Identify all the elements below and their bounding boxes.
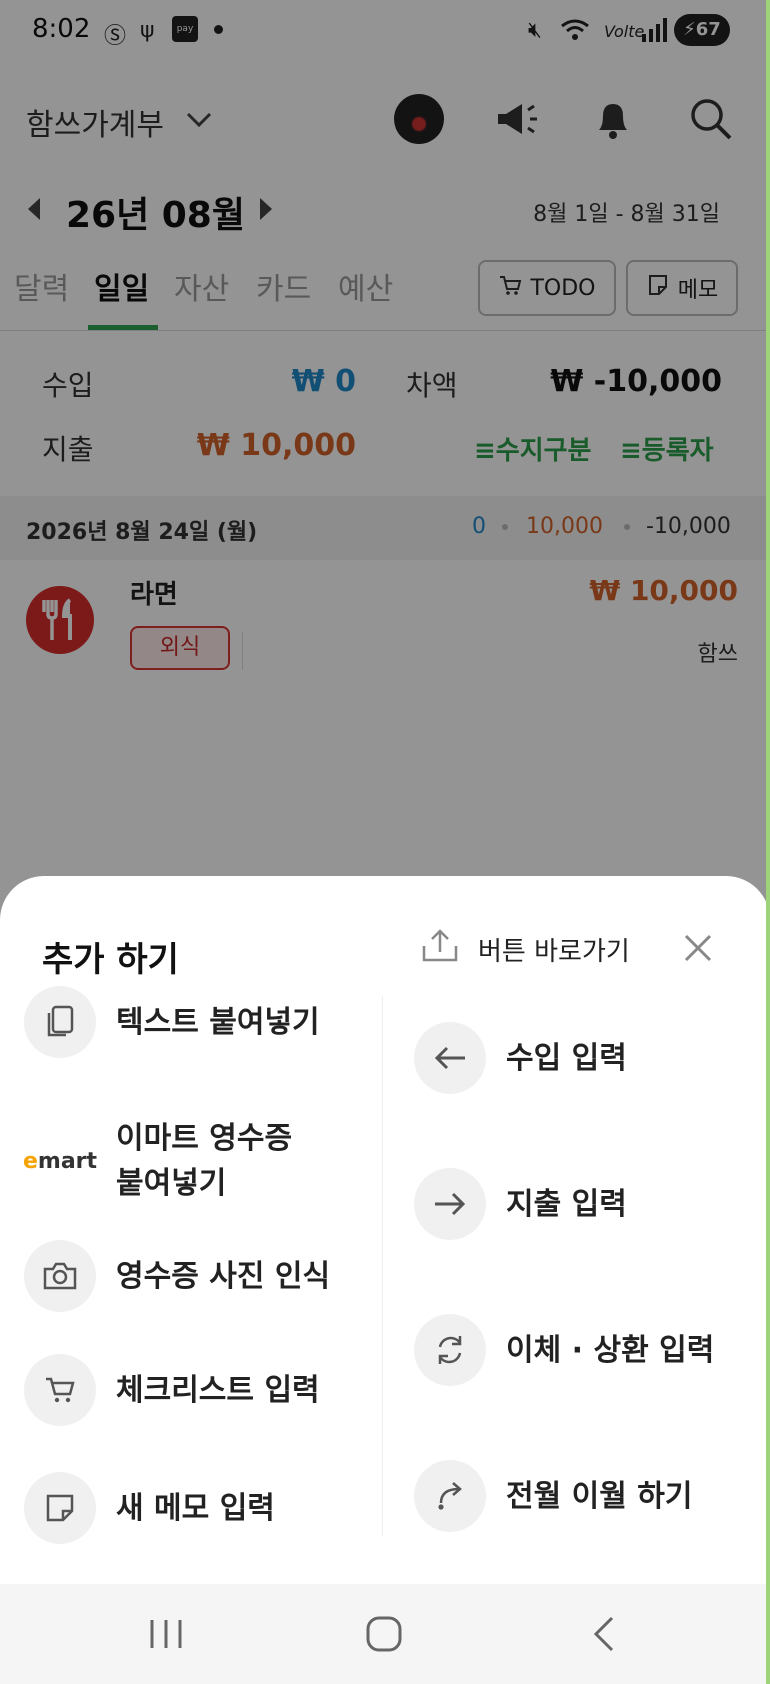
recents-icon[interactable] [146,1614,186,1654]
copy-icon [24,986,96,1058]
transfer-input-label: 이체 · 상환 입력 [506,1332,715,1368]
refresh-icon [414,1314,486,1386]
back-icon[interactable] [586,1614,626,1654]
redirect-arrow-icon [414,1460,486,1532]
sheet-title: 추가 하기 [42,940,179,980]
income-input-option[interactable]: 수입 입력 [414,1022,627,1094]
receipt-photo-label: 영수증 사진 인식 [116,1258,331,1294]
new-memo-label: 새 메모 입력 [116,1490,275,1526]
arrow-right-icon [414,1168,486,1240]
cart-icon [24,1354,96,1426]
new-memo-option[interactable]: 새 메모 입력 [24,1472,275,1544]
add-bottom-sheet: 추가 하기 버튼 바로가기 텍스트 붙여넣기 emart 이마트 영수증 붙여넣… [0,876,770,1584]
paste-text-option[interactable]: 텍스트 붙여넣기 [24,986,320,1058]
emart-receipt-label: 이마트 영수증 붙여넣기 [116,1121,293,1201]
income-input-label: 수입 입력 [506,1040,627,1076]
memo-icon [24,1472,96,1544]
camera-icon [24,1240,96,1312]
expense-input-option[interactable]: 지출 입력 [414,1168,627,1240]
transfer-input-option[interactable]: 이체 · 상환 입력 [414,1314,714,1386]
checklist-option[interactable]: 체크리스트 입력 [24,1354,320,1426]
system-nav-bar [0,1584,770,1684]
arrow-left-icon [414,1022,486,1094]
carryover-option[interactable]: 전월 이월 하기 [414,1460,693,1532]
emart-receipt-option[interactable]: emart 이마트 영수증 붙여넣기 [22,1116,293,1206]
checklist-label: 체크리스트 입력 [116,1372,320,1408]
screen-edge [766,0,770,1684]
share-upload-icon [420,928,460,971]
home-icon[interactable] [364,1614,404,1654]
expense-input-label: 지출 입력 [506,1186,627,1222]
carryover-label: 전월 이월 하기 [506,1478,693,1514]
column-divider [382,996,383,1536]
shortcut-button[interactable]: 버튼 바로가기 [420,928,630,971]
close-icon[interactable] [680,930,716,966]
paste-text-label: 텍스트 붙여넣기 [116,1004,320,1040]
receipt-photo-option[interactable]: 영수증 사진 인식 [24,1240,330,1312]
emart-logo-icon: emart [22,1148,98,1174]
shortcut-label: 버튼 바로가기 [478,937,630,967]
